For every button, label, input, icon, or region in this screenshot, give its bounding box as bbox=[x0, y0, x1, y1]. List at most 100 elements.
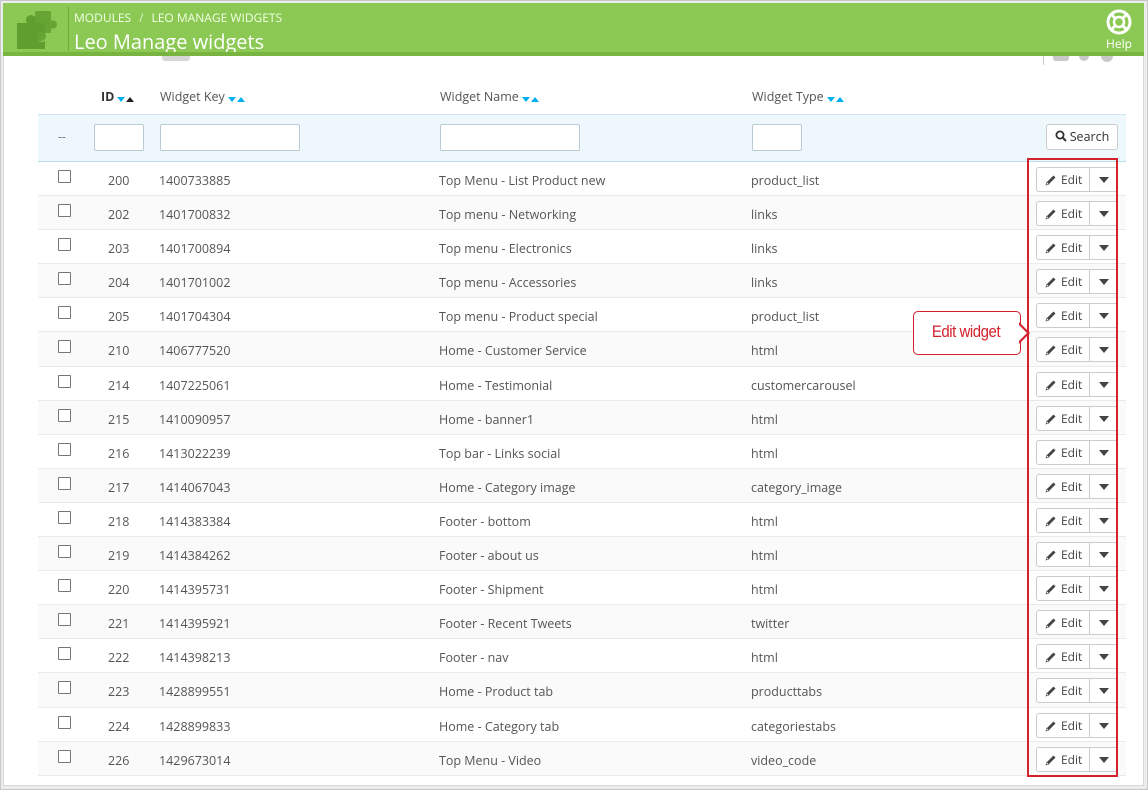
table-row: 220 1414395731 Footer - Shipment html Edit bbox=[38, 571, 1126, 606]
breadcrumb-modules[interactable]: MODULES bbox=[74, 9, 131, 26]
row-key: 1414395921 bbox=[159, 615, 231, 633]
row-checkbox[interactable] bbox=[58, 204, 71, 218]
table-row: 204 1401701002 Top menu - Accessories links… bbox=[38, 264, 1126, 299]
row-type: html bbox=[751, 342, 778, 360]
table-header: ID Widget Key Widget Name Widget Type bbox=[38, 74, 1126, 114]
row-type: links bbox=[751, 240, 778, 258]
row-key: 1414395731 bbox=[159, 581, 231, 599]
filter-id-input[interactable] bbox=[94, 124, 144, 151]
table-body: 200 1400733885 Top Menu - List Product new… bbox=[38, 162, 1126, 776]
row-type: html bbox=[751, 512, 778, 530]
row-checkbox[interactable] bbox=[58, 374, 71, 388]
row-key: 1407225061 bbox=[159, 376, 231, 394]
row-checkbox[interactable] bbox=[58, 647, 71, 661]
row-type: product_list bbox=[751, 172, 820, 189]
row-checkbox[interactable] bbox=[58, 510, 71, 524]
column-name-label: Widget Name bbox=[440, 88, 519, 105]
sort-icon[interactable] bbox=[227, 89, 245, 106]
search-button[interactable]: Search bbox=[1046, 124, 1118, 150]
row-checkbox[interactable] bbox=[58, 715, 71, 729]
column-key-header[interactable]: Widget Key bbox=[160, 88, 245, 106]
row-key: 1406777520 bbox=[159, 342, 231, 360]
row-key: 1401700894 bbox=[159, 240, 231, 258]
widgets-panel: ID Widget Key Widget Name Widget Type -- bbox=[3, 56, 1144, 786]
table-row: 216 1413022239 Top bar - Links social html E… bbox=[38, 435, 1126, 469]
table-row: 217 1414067043 Home - Category image catego… bbox=[38, 468, 1126, 503]
bulk-placeholder: -- bbox=[58, 128, 66, 145]
breadcrumb-current[interactable]: LEO MANAGE WIDGETS bbox=[152, 9, 283, 26]
row-id: 215 bbox=[108, 410, 130, 428]
row-name: Home - Category tab bbox=[439, 717, 560, 735]
sort-icon[interactable] bbox=[117, 89, 135, 106]
page-title: Leo Manage widgets bbox=[74, 28, 265, 55]
table-row: 226 1429673014 Top Menu - Video video_code E… bbox=[38, 741, 1126, 776]
row-name: Top Menu - List Product new bbox=[439, 172, 606, 189]
row-key: 1429673014 bbox=[159, 751, 231, 769]
row-checkbox[interactable] bbox=[58, 681, 71, 695]
row-name: Home - Testimonial bbox=[439, 376, 553, 394]
row-name: Top menu - Electronics bbox=[439, 240, 572, 258]
row-checkbox[interactable] bbox=[58, 749, 71, 763]
row-checkbox[interactable] bbox=[58, 238, 71, 252]
row-checkbox[interactable] bbox=[58, 545, 71, 559]
sort-icon[interactable] bbox=[826, 89, 844, 106]
table-row: 202 1401700832 Top menu - Networking links E… bbox=[38, 196, 1126, 231]
toolbar-remnant bbox=[162, 56, 190, 61]
row-name: Home - banner1 bbox=[439, 410, 535, 428]
edit-column-highlight bbox=[1027, 158, 1118, 777]
row-name: Footer - Shipment bbox=[439, 581, 544, 599]
page-header: MODULES / LEO MANAGE WIDGETS Leo Manage wi… bbox=[3, 3, 1144, 55]
row-checkbox[interactable] bbox=[58, 340, 71, 354]
row-name: Footer - bottom bbox=[439, 512, 531, 530]
row-key: 1414383384 bbox=[159, 512, 231, 530]
row-checkbox[interactable] bbox=[58, 579, 71, 593]
row-type: twitter bbox=[751, 615, 790, 633]
row-id: 204 bbox=[108, 274, 130, 292]
filter-name-input[interactable] bbox=[440, 124, 580, 151]
row-checkbox[interactable] bbox=[58, 408, 71, 422]
row-checkbox[interactable] bbox=[58, 442, 71, 456]
row-id: 203 bbox=[108, 240, 130, 258]
row-id: 226 bbox=[108, 751, 130, 769]
row-id: 200 bbox=[108, 172, 130, 189]
row-type: categoriestabs bbox=[751, 717, 836, 735]
row-checkbox[interactable] bbox=[58, 476, 71, 490]
row-id: 210 bbox=[108, 342, 130, 360]
column-id-header[interactable]: ID bbox=[101, 88, 135, 106]
callout-text: Edit widget bbox=[931, 322, 1001, 341]
column-type-label: Widget Type bbox=[752, 88, 824, 105]
row-id: 216 bbox=[108, 444, 130, 462]
row-checkbox[interactable] bbox=[58, 170, 71, 183]
row-checkbox[interactable] bbox=[58, 272, 71, 286]
table-row: 215 1410090957 Home - banner1 html Edit bbox=[38, 400, 1126, 435]
row-name: Top Menu - Video bbox=[439, 751, 542, 769]
lifebuoy-icon bbox=[1106, 9, 1132, 35]
row-key: 1414067043 bbox=[159, 478, 231, 496]
row-type: html bbox=[751, 444, 778, 462]
table-row: 222 1414398213 Footer - nav html Edit bbox=[38, 639, 1126, 674]
row-type: video_code bbox=[751, 751, 817, 769]
widgets-table: ID Widget Key Widget Name Widget Type -- bbox=[38, 74, 1126, 776]
row-id: 224 bbox=[108, 717, 130, 735]
help-button[interactable]: Help bbox=[1102, 9, 1136, 53]
table-row: 200 1400733885 Top Menu - List Product new… bbox=[38, 162, 1126, 197]
row-type: html bbox=[751, 547, 778, 565]
row-key: 1414398213 bbox=[159, 649, 231, 667]
row-key: 1401704304 bbox=[159, 308, 231, 326]
row-key: 1400733885 bbox=[159, 172, 231, 189]
row-id: 217 bbox=[108, 478, 130, 496]
sort-icon[interactable] bbox=[521, 89, 539, 106]
row-checkbox[interactable] bbox=[58, 613, 71, 627]
column-type-header[interactable]: Widget Type bbox=[752, 88, 844, 106]
callout-pointer-fill bbox=[1018, 324, 1027, 342]
filter-key-input[interactable] bbox=[160, 124, 300, 151]
row-key: 1414384262 bbox=[159, 547, 231, 565]
row-checkbox[interactable] bbox=[58, 306, 71, 320]
table-row: 221 1414395921 Footer - Recent Tweets twitt… bbox=[38, 605, 1126, 640]
row-type: html bbox=[751, 410, 778, 428]
row-type: links bbox=[751, 274, 778, 292]
search-label: Search bbox=[1069, 128, 1110, 145]
column-name-header[interactable]: Widget Name bbox=[440, 88, 539, 106]
puzzle-icon bbox=[17, 11, 57, 49]
filter-type-input[interactable] bbox=[752, 124, 802, 151]
